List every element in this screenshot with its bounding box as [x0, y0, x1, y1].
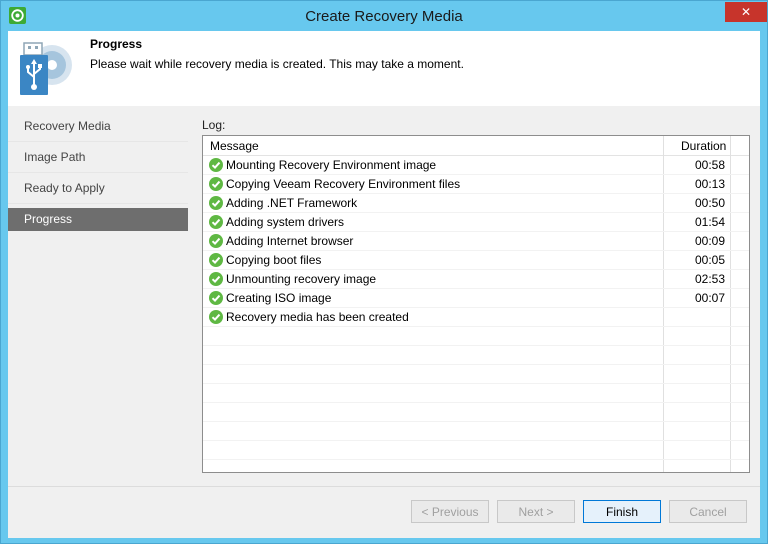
- empty-row: [203, 327, 749, 346]
- log-label: Log:: [202, 118, 226, 132]
- finish-button[interactable]: Finish: [583, 500, 661, 523]
- success-check-icon: [209, 253, 223, 267]
- log-row-message: Copying Veeam Recovery Environment files: [226, 177, 461, 191]
- empty-row: [203, 384, 749, 403]
- dialog-client: Progress Please wait while recovery medi…: [8, 31, 760, 538]
- log-row[interactable]: Recovery media has been created: [203, 308, 749, 327]
- usb-disc-icon: [18, 41, 74, 97]
- cancel-button[interactable]: Cancel: [669, 500, 747, 523]
- log-row[interactable]: Adding system drivers 01:54: [203, 213, 749, 232]
- log-row-duration: 02:53: [694, 272, 725, 286]
- log-row[interactable]: Mounting Recovery Environment image 00:5…: [203, 156, 749, 175]
- log-row[interactable]: Unmounting recovery image 02:53: [203, 270, 749, 289]
- window-title: Create Recovery Media: [305, 8, 463, 25]
- log-table[interactable]: Message Duration Mounting Recovery Envir…: [202, 135, 750, 473]
- log-row[interactable]: Copying Veeam Recovery Environment files…: [203, 175, 749, 194]
- log-row-message: Mounting Recovery Environment image: [226, 158, 437, 172]
- log-row-message: Adding system drivers: [226, 215, 345, 229]
- log-row-duration: 01:54: [694, 215, 725, 229]
- close-button[interactable]: ✕: [725, 2, 767, 22]
- log-row[interactable]: Adding Internet browser 00:09: [203, 232, 749, 251]
- success-check-icon: [209, 215, 223, 229]
- log-table-header: Message Duration: [203, 136, 749, 156]
- nav-item-recovery-media[interactable]: Recovery Media: [8, 115, 188, 138]
- nav-item-image-path[interactable]: Image Path: [8, 146, 188, 169]
- success-check-icon: [209, 272, 223, 286]
- step-description: Please wait while recovery media is crea…: [90, 57, 464, 71]
- empty-row: [203, 403, 749, 422]
- empty-row: [203, 365, 749, 384]
- log-row[interactable]: Adding .NET Framework 00:50: [203, 194, 749, 213]
- success-check-icon: [209, 177, 223, 191]
- log-row-message: Unmounting recovery image: [226, 272, 377, 286]
- nav-item-ready-to-apply[interactable]: Ready to Apply: [8, 177, 188, 200]
- log-row-message: Creating ISO image: [226, 291, 332, 305]
- column-header-message[interactable]: Message: [210, 139, 259, 153]
- log-row-message: Adding Internet browser: [226, 234, 354, 248]
- step-header: Progress Please wait while recovery medi…: [8, 31, 760, 106]
- log-row[interactable]: Copying boot files 00:05: [203, 251, 749, 270]
- nav-item-progress[interactable]: Progress: [8, 208, 188, 231]
- empty-row: [203, 441, 749, 460]
- success-check-icon: [209, 158, 223, 172]
- column-header-duration[interactable]: Duration: [681, 139, 726, 153]
- log-row[interactable]: Creating ISO image 00:07: [203, 289, 749, 308]
- dialog-window: Create Recovery Media ✕ Progress Please …: [0, 0, 768, 544]
- log-row-duration: 00:05: [694, 253, 725, 267]
- previous-button[interactable]: < Previous: [411, 500, 489, 523]
- next-button[interactable]: Next >: [497, 500, 575, 523]
- log-row-message: Copying boot files: [226, 253, 322, 267]
- wizard-nav: Recovery Media Image Path Ready to Apply…: [8, 106, 188, 486]
- step-title: Progress: [90, 37, 143, 51]
- nav-divider: [8, 172, 188, 173]
- success-check-icon: [209, 196, 223, 210]
- log-row-duration: 00:50: [694, 196, 725, 210]
- success-check-icon: [209, 310, 223, 324]
- close-icon: ✕: [740, 5, 752, 19]
- title-bar[interactable]: Create Recovery Media ✕: [1, 1, 767, 31]
- empty-row: [203, 346, 749, 365]
- step-content: Log: Message Duration Mounting Recovery …: [188, 106, 760, 486]
- log-row-message: Recovery media has been created: [226, 310, 409, 324]
- nav-divider: [8, 141, 188, 142]
- success-check-icon: [209, 291, 223, 305]
- log-row-duration: 00:07: [694, 291, 725, 305]
- success-check-icon: [209, 234, 223, 248]
- footer-divider: [8, 486, 760, 487]
- nav-divider: [8, 203, 188, 204]
- log-row-duration: 00:58: [694, 158, 725, 172]
- log-row-duration: 00:09: [694, 234, 725, 248]
- log-row-duration: 00:13: [694, 177, 725, 191]
- empty-row: [203, 422, 749, 441]
- log-row-message: Adding .NET Framework: [226, 196, 358, 210]
